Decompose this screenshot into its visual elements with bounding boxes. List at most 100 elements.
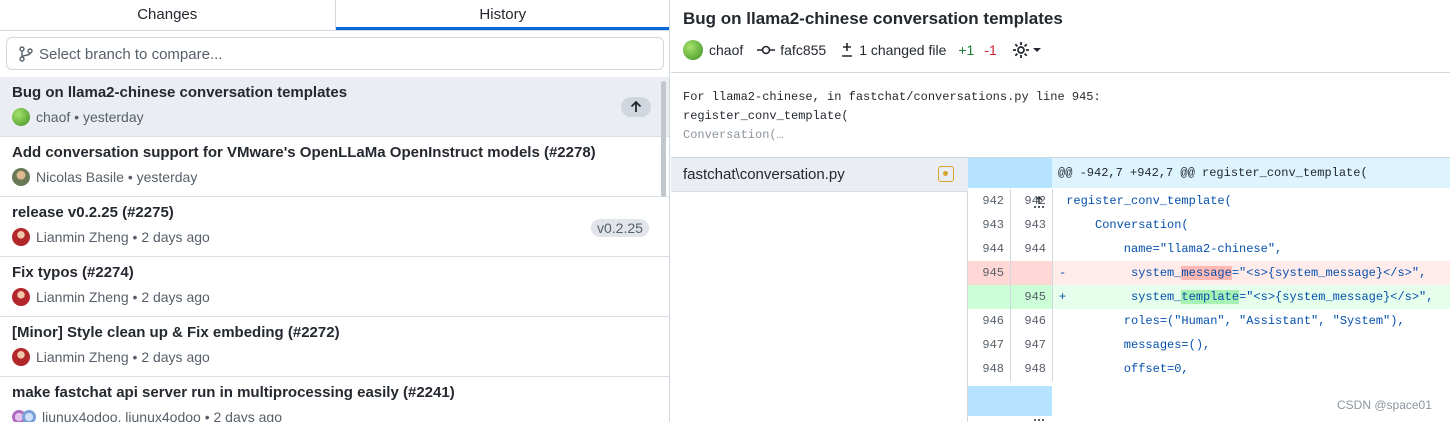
description-line: For llama2-chinese, in fastchat/conversa… (683, 90, 1101, 104)
diff-line-code: messages=(), (1052, 333, 1450, 357)
commit-detail-title: Bug on llama2-chinese conversation templ… (683, 9, 1063, 28)
history-pane: Changes History Bug on llama2-chinese co… (0, 0, 670, 422)
commit-meta: Lianmin Zheng • 2 days ago (12, 348, 210, 366)
avatar (12, 288, 30, 306)
avatar (12, 348, 30, 366)
code-text: system_ (1066, 290, 1182, 304)
new-line-number: 947 (1010, 333, 1052, 357)
diff-line-code: name="llama2-chinese", (1052, 237, 1450, 261)
commit-detail-author: chaof (709, 42, 744, 58)
tab-bar: Changes History (0, 0, 669, 31)
commit-meta: Lianmin Zheng • 2 days ago (12, 228, 210, 246)
commit-author: liunux4odoo, liunux4odoo (42, 409, 201, 422)
additions-count: +1 (958, 42, 975, 58)
commit-item[interactable]: Bug on llama2-chinese conversation templ… (0, 77, 669, 137)
description-line: register_conv_template( (683, 109, 849, 123)
diff-line-code: - system_message="<s>{system_message}</s… (1052, 261, 1450, 285)
branch-compare-box[interactable] (6, 37, 664, 70)
deletions-count: -1 (984, 42, 997, 58)
commit-time: yesterday (136, 169, 198, 185)
description-line: Conversation(… (683, 128, 784, 142)
commit-item[interactable]: [Minor] Style clean up & Fix embeding (#… (0, 317, 669, 377)
changed-file-list: fastchat\conversation.py (671, 158, 968, 422)
caret-down-icon (1032, 48, 1041, 52)
file-modified-icon (938, 166, 954, 182)
expand-down-button[interactable] (968, 386, 1052, 421)
git-branch-icon (18, 46, 34, 62)
commit-description: For llama2-chinese, in fastchat/conversa… (683, 88, 1101, 145)
new-line-number: 943 (1010, 213, 1052, 237)
old-line-number: 942 (982, 194, 1004, 208)
diff-line: 942 942 register_conv_template( (968, 189, 1450, 213)
old-line-number (968, 285, 1010, 309)
commit-time: 2 days ago (141, 229, 210, 245)
commit-tag-badge: v0.2.25 (591, 219, 649, 237)
old-line-number: 945 (968, 261, 1010, 285)
commit-time: 2 days ago (141, 289, 210, 305)
commit-item[interactable]: Add conversation support for VMware's Op… (0, 137, 669, 197)
commit-meta: chaof • yesterday (12, 108, 144, 126)
commit-author: chaof (36, 109, 71, 125)
added-word-highlight: template (1181, 290, 1240, 304)
arrow-up-icon (630, 100, 642, 112)
commit-title: Add conversation support for VMware's Op… (12, 144, 596, 161)
commit-item[interactable]: Fix typos (#2274) Lianmin Zheng • 2 days… (0, 257, 669, 317)
old-line-number: 947 (982, 338, 1004, 352)
file-name: fastchat\conversation.py (683, 166, 845, 183)
commit-time: 2 days ago (141, 349, 210, 365)
diff-line-removed: 945 - system_message="<s>{system_message… (968, 261, 1450, 285)
commit-list-scrollbar[interactable] (661, 81, 666, 197)
commit-meta: Lianmin Zheng • 2 days ago (12, 288, 210, 306)
diff-options-button[interactable] (1011, 40, 1043, 60)
old-line-number: 946 (982, 314, 1004, 328)
commit-detail-pane: Bug on llama2-chinese conversation templ… (671, 0, 1450, 422)
commit-time: 2 days ago (213, 409, 283, 422)
commit-title: release v0.2.25 (#2275) (12, 204, 174, 221)
diff-line-added: 945 + system_template="<s>{system_messag… (968, 285, 1450, 309)
hunk-header: @@ -942,7 +942,7 @@ register_conv_templa… (968, 158, 1450, 208)
commit-title: make fastchat api server run in multipro… (12, 384, 455, 401)
old-line-number: 944 (982, 242, 1004, 256)
commit-time: yesterday (82, 109, 144, 125)
branch-compare-input[interactable] (39, 42, 649, 66)
diff-line-code: offset=0, (1052, 357, 1450, 381)
commit-list: Bug on llama2-chinese conversation templ… (0, 77, 669, 422)
new-line-number: 944 (1010, 237, 1052, 261)
commit-item[interactable]: release v0.2.25 (#2275) Lianmin Zheng • … (0, 197, 669, 257)
code-text: ="<s>{system_message}</s>", (1231, 266, 1427, 280)
avatar (12, 228, 30, 246)
old-line-number: 943 (982, 218, 1004, 232)
new-line-number: 942 (1010, 189, 1052, 213)
commit-sha: fafc855 (780, 42, 827, 58)
diff-line-code: Conversation( (1052, 213, 1450, 237)
divider (671, 72, 1450, 73)
hunk-header-text: @@ -942,7 +942,7 @@ register_conv_templa… (1058, 166, 1368, 180)
diff-line-code: roles=("Human", "Assistant", "System"), (1052, 309, 1450, 333)
diff-view: @@ -942,7 +942,7 @@ register_conv_templa… (968, 158, 1450, 422)
diff-icon (842, 43, 853, 57)
new-line-number: 948 (1010, 357, 1052, 381)
new-line-number (1010, 261, 1052, 285)
commit-item[interactable]: make fastchat api server run in multipro… (0, 377, 669, 422)
gear-icon (1012, 42, 1029, 58)
expand-up-button[interactable] (968, 158, 1052, 208)
diff-line-code: + system_template="<s>{system_message}</… (1052, 285, 1450, 309)
unpushed-commit-badge (621, 97, 651, 117)
avatar (12, 168, 30, 186)
avatar (683, 40, 703, 60)
changed-file-item[interactable]: fastchat\conversation.py (671, 158, 968, 192)
commit-author: Nicolas Basile (36, 169, 124, 185)
diff-line: 946 946 roles=("Human", "Assistant", "Sy… (968, 309, 1450, 333)
avatar (12, 108, 30, 126)
diff-line: 944 944 name="llama2-chinese", (968, 237, 1450, 261)
tab-history[interactable]: History (335, 0, 669, 30)
commit-detail-meta: chaof fafc855 1 changed file +1 -1 (683, 40, 1043, 60)
commit-sha-info[interactable]: fafc855 (757, 42, 826, 58)
code-text: system_ (1066, 266, 1182, 280)
git-commit-icon (757, 45, 776, 55)
expand-down-icon (1033, 419, 1044, 421)
commit-title: Bug on llama2-chinese conversation templ… (12, 84, 348, 101)
commit-meta: liunux4odoo, liunux4odoo • 2 days ago (12, 408, 282, 422)
tab-changes[interactable]: Changes (0, 0, 336, 30)
commit-title: Fix typos (#2274) (12, 264, 134, 281)
